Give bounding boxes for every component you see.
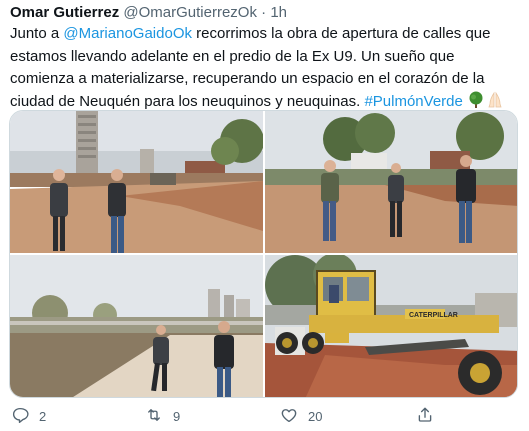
reply-button[interactable]: 2 — [11, 404, 46, 428]
text-part-1: Junto a — [10, 25, 64, 42]
like-count: 20 — [308, 408, 323, 424]
tweet-text: Junto a @MarianoGaidoOk recorrimos la ob… — [10, 23, 520, 116]
tweet-header: Omar Gutierrez @OmarGutierrezOk · 1h — [10, 3, 287, 23]
photo-4[interactable]: CATERPILLAR — [265, 255, 517, 397]
mention-link[interactable]: @MarianoGaidoOk — [63, 25, 192, 42]
caterpillar-label: CATERPILLAR — [409, 312, 458, 319]
media-grid: CATERPILLAR — [9, 110, 518, 398]
share-icon — [416, 406, 434, 427]
retweet-button[interactable]: 9 — [145, 404, 180, 428]
photo-1[interactable] — [10, 111, 263, 253]
like-button[interactable]: 20 — [280, 404, 322, 428]
retweet-count: 9 — [173, 408, 181, 424]
separator-dot: · — [261, 4, 267, 21]
retweet-icon — [145, 406, 163, 427]
tweet: Omar Gutierrez @OmarGutierrezOk · 1h Jun… — [0, 0, 529, 431]
photo-3[interactable] — [10, 255, 263, 397]
tweet-actions: 2 9 20 — [0, 404, 529, 428]
share-button[interactable] — [416, 404, 434, 428]
heart-icon — [280, 406, 298, 427]
author-name[interactable]: Omar Gutierrez — [10, 4, 119, 21]
reply-count: 2 — [39, 408, 47, 424]
author-handle[interactable]: @OmarGutierrezOk — [123, 4, 257, 21]
reply-icon — [11, 406, 29, 427]
hashtag-link[interactable]: #PulmónVerde — [364, 93, 462, 110]
photo-2[interactable] — [265, 111, 517, 253]
tweet-time[interactable]: 1h — [270, 4, 287, 21]
